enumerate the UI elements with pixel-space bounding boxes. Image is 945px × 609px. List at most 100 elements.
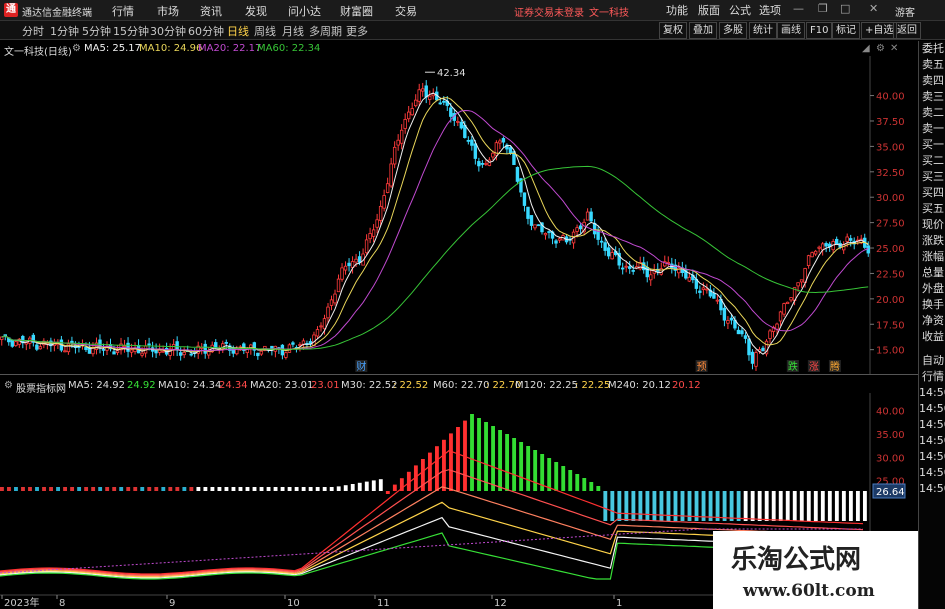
ind-m30-value: : 22.52 (393, 380, 429, 391)
histogram-bar (729, 491, 734, 521)
side-panel-item[interactable]: 买五 (919, 201, 945, 217)
side-panel-item[interactable]: 14:50 (919, 449, 945, 465)
restore-icon[interactable]: ❐ (818, 2, 828, 15)
side-panel-item[interactable]: 14:50 (919, 401, 945, 417)
candle-body (140, 352, 144, 356)
period-tab-daily[interactable]: 日线 (227, 23, 249, 39)
close-chart-icon[interactable]: ✕ (890, 43, 898, 54)
menu-wealth[interactable]: 财富圈 (340, 3, 373, 19)
histogram-bar (77, 487, 82, 491)
side-panel-item[interactable]: 外盘 (919, 281, 945, 297)
side-panel-item[interactable]: 总量 (919, 265, 945, 281)
side-panel-item[interactable]: 卖四 (919, 73, 945, 89)
guest-label[interactable]: 游客 (895, 4, 915, 19)
side-panel-item[interactable]: 14:50 (919, 417, 945, 433)
menu-market[interactable]: 市场 (157, 3, 179, 19)
candle-body (817, 246, 821, 249)
add-watchlist-button[interactable]: +自选 (861, 22, 898, 39)
side-panel-item[interactable]: 行情 (919, 369, 945, 385)
period-tab-weekly[interactable]: 周线 (254, 23, 276, 39)
function-button[interactable]: 功能 (666, 2, 688, 18)
side-panel-item[interactable]: 买三 (919, 169, 945, 185)
side-panel-item[interactable]: 卖三 (919, 89, 945, 105)
side-panel-item[interactable]: 买二 (919, 153, 945, 169)
side-panel-item[interactable]: 14:50 (919, 465, 945, 481)
layout-button[interactable]: 版面 (698, 2, 720, 18)
multi-stock-button[interactable]: 多股 (719, 22, 747, 39)
mark-button[interactable]: 标记 (832, 22, 860, 39)
candle-body (224, 341, 228, 344)
candle-body (498, 140, 502, 144)
formula-button[interactable]: 公式 (729, 2, 751, 18)
candle-body (14, 341, 18, 347)
side-panel-item[interactable]: 收益 (919, 329, 945, 345)
menu-trade[interactable]: 交易 (395, 3, 417, 19)
indicator-settings-icon[interactable]: ⚙ (4, 380, 13, 391)
side-panel-item[interactable]: 涨幅 (919, 249, 945, 265)
period-tab-5min[interactable]: 5分钟 (82, 23, 111, 39)
candle-body (375, 219, 379, 228)
candle-body (687, 276, 692, 282)
shrink-icon[interactable]: ◢ (862, 43, 870, 54)
settings-icon-2[interactable]: ⚙ (876, 43, 885, 54)
maximize-icon[interactable]: □ (840, 2, 850, 15)
period-tab-multi[interactable]: 多周期 (309, 23, 342, 39)
side-panel-item[interactable]: 卖二 (919, 105, 945, 121)
stock-name-title: 文一科技 (589, 8, 629, 19)
candle-body (112, 351, 116, 355)
f10-button[interactable]: F10 (806, 22, 833, 39)
period-tab-intraday[interactable]: 分时 (22, 23, 44, 39)
side-panel-item[interactable]: 14:50 (919, 385, 945, 401)
period-tab-monthly[interactable]: 月线 (282, 23, 304, 39)
price-tick-label: 30.00 (876, 193, 905, 204)
candle-body (298, 344, 302, 346)
side-panel-item[interactable]: 自动 (919, 353, 945, 369)
side-panel-item[interactable]: 净资 (919, 313, 945, 329)
options-button[interactable]: 选项 (759, 2, 781, 18)
side-panel-item[interactable]: 卖五 (919, 57, 945, 73)
candle-body (722, 307, 727, 321)
side-panel-item[interactable]: 买四 (919, 185, 945, 201)
period-tab-15min[interactable]: 15分钟 (113, 23, 149, 39)
overlay-button[interactable]: 叠加 (689, 22, 717, 39)
login-status[interactable]: 证券交易未登录 (514, 4, 584, 19)
period-tab-1min[interactable]: 1分钟 (50, 23, 79, 39)
time-tick-label: 12 (494, 598, 507, 609)
menu-ask[interactable]: 问小达 (288, 3, 321, 19)
side-panel-item[interactable]: 买一 (919, 137, 945, 153)
settings-icon[interactable]: ⚙ (72, 43, 81, 54)
side-panel-item[interactable]: 换手 (919, 297, 945, 313)
period-tab-more[interactable]: 更多 (346, 23, 368, 39)
back-button[interactable]: 返回 (893, 22, 921, 39)
candle-body (371, 229, 376, 237)
draw-line-button[interactable]: 画线 (777, 22, 805, 39)
candle-body (775, 323, 779, 330)
minimize-icon[interactable]: — (793, 2, 804, 15)
candle-body (477, 161, 481, 167)
stats-button[interactable]: 统计 (749, 22, 777, 39)
price-chart[interactable]: 40.00 37.50 35.00 32.50 30.00 27.50 25.00 22.50… (0, 56, 918, 374)
adjust-button[interactable]: 复权 (659, 22, 687, 39)
histogram-bar (568, 470, 573, 491)
side-panel-item[interactable]: 14:50 (919, 433, 945, 449)
menu-news[interactable]: 资讯 (200, 3, 222, 19)
histogram-bar (259, 487, 264, 491)
close-icon[interactable]: ✕ (869, 2, 878, 15)
side-panel-item[interactable]: 卖一 (919, 121, 945, 137)
histogram-bar (736, 491, 741, 521)
histogram-bar (231, 487, 236, 491)
period-tab-60min[interactable]: 60分钟 (188, 23, 224, 39)
candle-body (189, 353, 193, 356)
price-tick-label: 27.50 (876, 219, 905, 230)
side-panel-item[interactable]: 现价 (919, 217, 945, 233)
histogram-bar (750, 491, 755, 521)
histogram-bar (743, 491, 748, 521)
histogram-bar (126, 487, 131, 491)
menu-quotes[interactable]: 行情 (112, 3, 134, 19)
candle-body (813, 250, 818, 255)
period-tab-30min[interactable]: 30分钟 (150, 23, 186, 39)
side-panel-item[interactable]: 委托 (919, 41, 945, 57)
side-panel-item[interactable]: 涨跌 (919, 233, 945, 249)
side-panel-item[interactable]: 14:50 (919, 481, 945, 497)
menu-discover[interactable]: 发现 (245, 3, 267, 19)
